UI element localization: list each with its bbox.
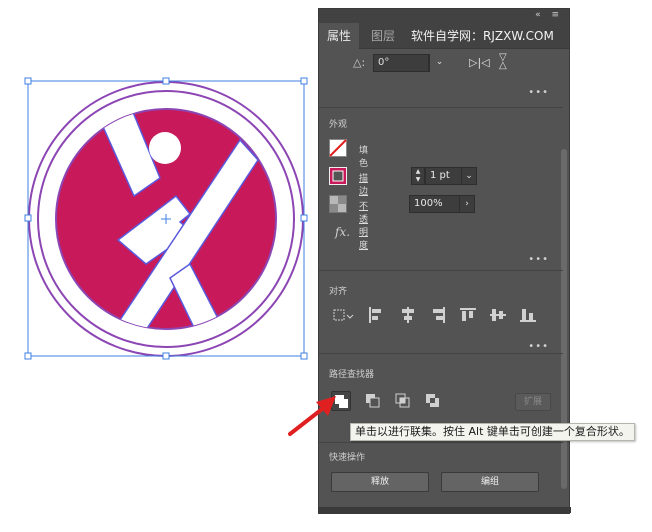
watermark-text: 软件自学网：RJZXW.COM xyxy=(411,29,554,43)
vertical-align-bottom-icon[interactable] xyxy=(519,306,537,324)
rotate-angle-dropdown[interactable]: ⌄ xyxy=(429,54,449,72)
panel-resize-grip[interactable] xyxy=(319,507,571,513)
vertical-align-top-icon[interactable] xyxy=(459,306,477,324)
horizontal-align-right-icon[interactable] xyxy=(429,306,447,324)
minus-front-icon xyxy=(366,394,380,408)
stroke-label[interactable]: 描边 xyxy=(359,171,368,197)
rotate-angle-value: 0° xyxy=(378,57,390,68)
align-title: 对齐 xyxy=(329,287,348,297)
pathfinder-minus-front-button[interactable] xyxy=(363,391,383,411)
stroke-weight-dropdown[interactable]: ⌄ xyxy=(461,167,477,185)
fx-effects-icon[interactable]: fx. xyxy=(335,225,350,239)
align-section: 对齐 ••• xyxy=(319,272,563,354)
handle-middle-right[interactable] xyxy=(300,214,308,222)
stroke-swatch-icon[interactable] xyxy=(329,167,347,185)
expand-button[interactable]: 扩展 xyxy=(515,393,551,411)
appearance-more-options-icon[interactable]: ••• xyxy=(528,255,549,265)
transform-more-options-icon[interactable]: ••• xyxy=(528,88,549,98)
pathfinder-exclude-button[interactable] xyxy=(423,391,443,411)
handle-top-right[interactable] xyxy=(300,77,308,85)
quick-actions-title: 快速操作 xyxy=(329,453,366,463)
transform-section: △: 0° ⌄ ▷|◁ ▽ △ ••• xyxy=(319,50,563,108)
align-more-options-icon[interactable]: ••• xyxy=(528,342,549,352)
quick-actions-section: 快速操作 释放 编组 xyxy=(319,444,563,504)
tab-layers[interactable]: 图层 xyxy=(363,23,403,49)
pathfinder-intersect-button[interactable] xyxy=(393,391,413,411)
horizontal-align-left-icon[interactable] xyxy=(367,306,385,324)
handle-bottom-left[interactable] xyxy=(24,352,32,360)
horizontal-align-center-icon[interactable] xyxy=(399,306,417,324)
handle-top-center[interactable] xyxy=(162,77,170,85)
rotate-angle-icon: △: xyxy=(353,56,366,69)
opacity-value: 100% xyxy=(414,198,443,209)
handle-bottom-center[interactable] xyxy=(162,352,170,360)
panel-tabbar: 属性 图层 软件自学网：RJZXW.COM xyxy=(319,23,569,49)
logo-artwork[interactable] xyxy=(0,0,318,532)
pathfinder-title: 路径查找器 xyxy=(329,370,375,380)
stroke-weight-field[interactable]: 1 pt xyxy=(425,167,463,185)
appearance-title: 外观 xyxy=(329,120,348,130)
fill-label: 填色 xyxy=(359,146,369,169)
opacity-field[interactable]: 100% xyxy=(409,195,461,213)
annotation-arrow-icon xyxy=(288,396,336,436)
panel-collapse-icon[interactable]: « ≡ xyxy=(535,10,563,20)
stroke-weight-value: 1 pt xyxy=(430,170,450,181)
group-button[interactable]: 编组 xyxy=(441,472,539,492)
opacity-dropdown[interactable]: › xyxy=(459,195,475,213)
flip-horizontal-icon[interactable]: ▷|◁ xyxy=(469,56,490,69)
handle-middle-left[interactable] xyxy=(24,214,32,222)
panel-topbar: « ≡ xyxy=(319,9,569,23)
stroke-weight-stepper[interactable]: ▲ ▼ xyxy=(411,167,425,185)
vertical-align-center-icon[interactable] xyxy=(489,306,507,324)
opacity-checker-icon[interactable] xyxy=(329,195,347,213)
unite-tooltip: 单击以进行联集。按住 Alt 键单击可创建一个复合形状。 xyxy=(350,423,635,441)
fill-none-swatch-icon[interactable] xyxy=(329,139,347,157)
appearance-section: 外观 填色 描边 ▲ ▼ 1 pt ⌄ 不透明度 100% › fx. ••• xyxy=(319,109,563,271)
head-dot xyxy=(149,132,181,164)
handle-bottom-right[interactable] xyxy=(300,352,308,360)
rotate-angle-field[interactable]: 0° xyxy=(373,54,429,72)
intersect-icon xyxy=(395,393,410,408)
artboard-canvas[interactable] xyxy=(0,0,318,532)
opacity-label[interactable]: 不透明度 xyxy=(359,199,368,251)
flip-vertical-icon[interactable]: ▽ △ xyxy=(499,53,507,71)
handle-top-left[interactable] xyxy=(24,77,32,85)
release-button[interactable]: 释放 xyxy=(331,472,429,492)
exclude-icon xyxy=(426,394,439,407)
align-to-selection-icon[interactable] xyxy=(331,306,355,324)
tab-properties[interactable]: 属性 xyxy=(319,23,360,49)
